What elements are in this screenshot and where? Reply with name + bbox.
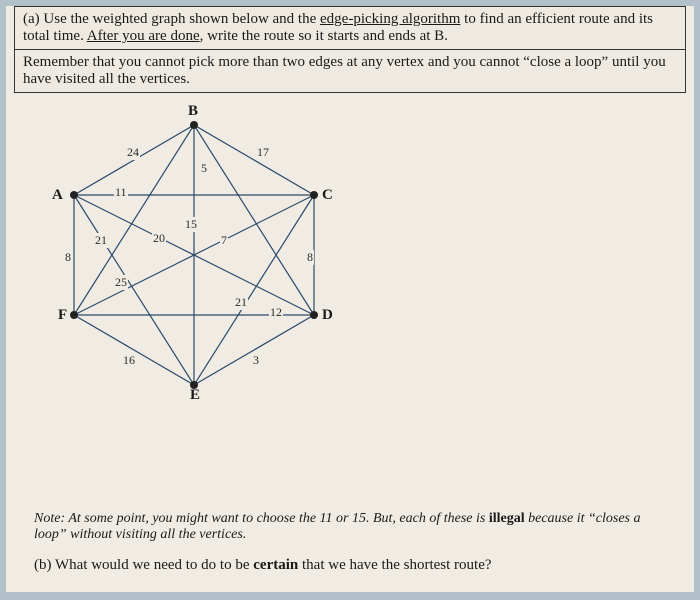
after-you-are-done: After you are done [87,28,200,44]
question-b: (b) What would we need to do to be certa… [34,557,666,574]
note-illegal: illegal [489,511,525,526]
edge-BC: 17 [256,145,270,160]
vertex-A: A [52,187,63,204]
vertex-F: F [58,307,67,324]
edge-BE: 5 [200,161,208,176]
qb-certain: certain [253,557,298,573]
edge-AB: 24 [126,145,140,160]
vertex-B: B [188,103,198,120]
edge-CF: 25 [114,275,128,290]
edge-FE: 16 [122,353,136,368]
bottom-area: Note: At some point, you might want to c… [34,511,666,574]
vertex-D: D [322,307,333,324]
edge-AD: 7 [220,233,228,248]
qa-text3: , write the route so it starts and ends … [200,28,448,44]
part-b-label: (b) [34,557,52,573]
reminder-text: Remember that you cannot pick more than … [23,54,666,87]
edge-AE: 21 [94,233,108,248]
note-line: Note: At some point, you might want to c… [34,511,666,543]
edge-AC: 11 [114,185,128,200]
edge-CE: 21 [234,295,248,310]
graph-svg [34,105,374,405]
question-a-cell: (a) Use the weighted graph shown below a… [14,6,686,50]
edge-ED: 3 [252,353,260,368]
part-a-label: (a) [23,11,40,27]
weighted-graph: B C D E F A 24 17 11 5 15 20 7 21 21 25 … [34,105,374,405]
edge-FD: 12 [269,305,283,320]
vertex-C: C [322,187,333,204]
edge-picking-algorithm: edge-picking algorithm [320,11,460,27]
edge-AF: 8 [64,250,72,265]
edge-BF: 20 [152,231,166,246]
qb-post: that we have the shortest route? [298,557,491,573]
qb-pre: What would we need to do to be [52,557,254,573]
vertex-E: E [190,387,200,404]
qa-text1: Use the weighted graph shown below and t… [40,11,320,27]
edge-BD: 15 [184,217,198,232]
edge-CD: 8 [306,250,314,265]
note-pre: Note: At some point, you might want to c… [34,511,489,526]
reminder-cell: Remember that you cannot pick more than … [14,50,686,93]
